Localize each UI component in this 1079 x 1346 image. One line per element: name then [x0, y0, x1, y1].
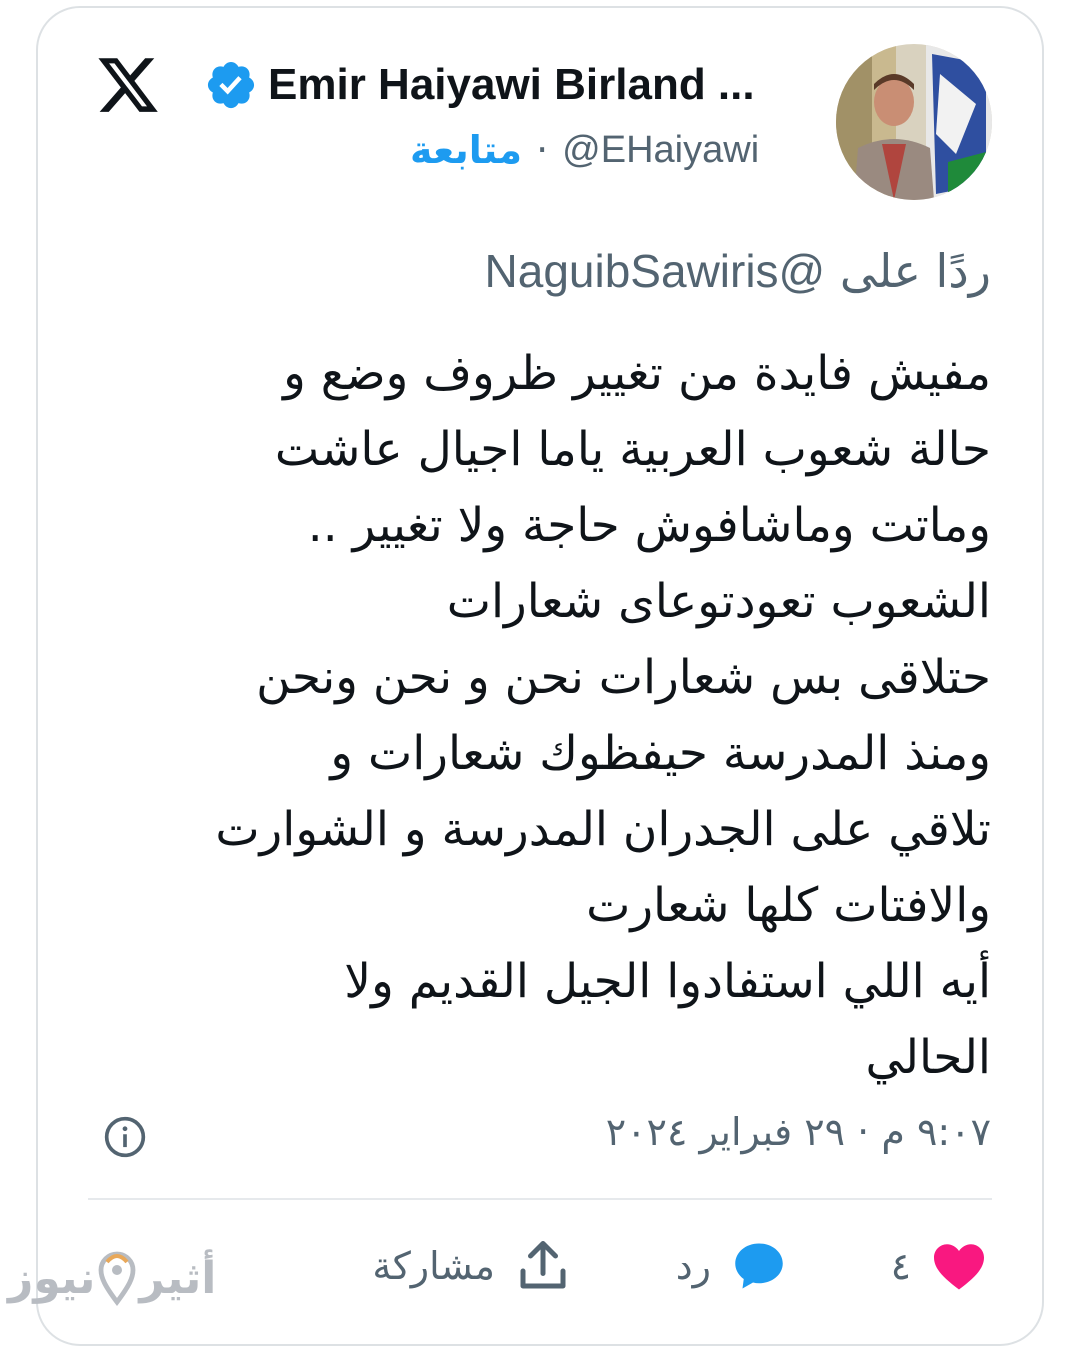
- share-button[interactable]: مشاركة: [372, 1236, 573, 1296]
- location-pin-icon: [99, 1251, 136, 1306]
- share-icon: [520, 1241, 566, 1289]
- reply-mention-link[interactable]: @NaguibSawiris: [485, 245, 826, 297]
- tweet-line: الحالي: [865, 1030, 991, 1085]
- tweet-line: الشعوب تعودتوعاى شعارات: [446, 574, 991, 629]
- tweet-date: ٢٩ فبراير ٢٠٢٤: [605, 1110, 846, 1154]
- reply-prefix: ردًا على: [839, 244, 991, 298]
- tweet-line: أيه اللي استفادوا الجيل القديم ولا: [344, 954, 991, 1009]
- tweet-line: وماتت وماشافوش حاجة ولا تغيير ..: [307, 498, 991, 553]
- avatar-image: [836, 44, 992, 200]
- tweet-line: والافتات كلها شعارت: [586, 878, 991, 933]
- watermark: أثير نيوز: [8, 1250, 216, 1306]
- handle-separator: ·: [536, 128, 549, 172]
- tweet-line: حالة شعوب العربية ياما اجيال عاشت: [274, 422, 991, 477]
- tweet-line: ومنذ المدرسة حيفظوك شعارات و: [330, 726, 991, 781]
- heart-icon: [934, 1244, 984, 1290]
- tweet-line: تلاقي على الجدران المدرسة و الشوارت: [215, 802, 991, 857]
- author-handle[interactable]: @EHaiyawi: [562, 129, 759, 172]
- follow-link[interactable]: متابعة: [410, 128, 522, 172]
- x-logo-icon[interactable]: [94, 52, 162, 118]
- verified-badge-icon: [207, 61, 255, 109]
- reply-bubble-icon: [735, 1243, 783, 1289]
- tweet-time: ٩:٠٧ م: [881, 1110, 991, 1154]
- watermark-part-2: نيوز: [8, 1252, 96, 1304]
- watermark-part-1: أثير: [139, 1252, 217, 1304]
- share-label: مشاركة: [372, 1244, 495, 1288]
- tweet-line: حتلاقى بس شعارات نحن و نحن ونحن: [256, 650, 991, 705]
- reply-context: ردًا على @NaguibSawiris: [485, 244, 991, 298]
- like-button[interactable]: ٤: [891, 1236, 989, 1296]
- info-icon[interactable]: [103, 1115, 147, 1159]
- reply-label: رد: [675, 1244, 711, 1288]
- timestamp-separator: ·: [857, 1110, 870, 1154]
- reply-button[interactable]: رد: [676, 1236, 789, 1296]
- tweet-timestamp[interactable]: ٩:٠٧ م · ٢٩ فبراير ٢٠٢٤: [606, 1110, 991, 1154]
- tweet-text: مفيش فايدة من تغيير ظروف وضع و حالة شعوب…: [71, 336, 991, 1096]
- author-display-name[interactable]: Emir Haiyawi Birland ...: [268, 60, 755, 110]
- tweet-line: مفيش فايدة من تغيير ظروف وضع و: [283, 346, 991, 401]
- avatar[interactable]: [836, 44, 992, 200]
- author-name-row[interactable]: Emir Haiyawi Birland ...: [204, 58, 755, 112]
- author-handle-row: متابعة · @EHaiyawi: [410, 128, 759, 172]
- divider: [88, 1198, 992, 1200]
- like-count: ٤: [890, 1244, 911, 1288]
